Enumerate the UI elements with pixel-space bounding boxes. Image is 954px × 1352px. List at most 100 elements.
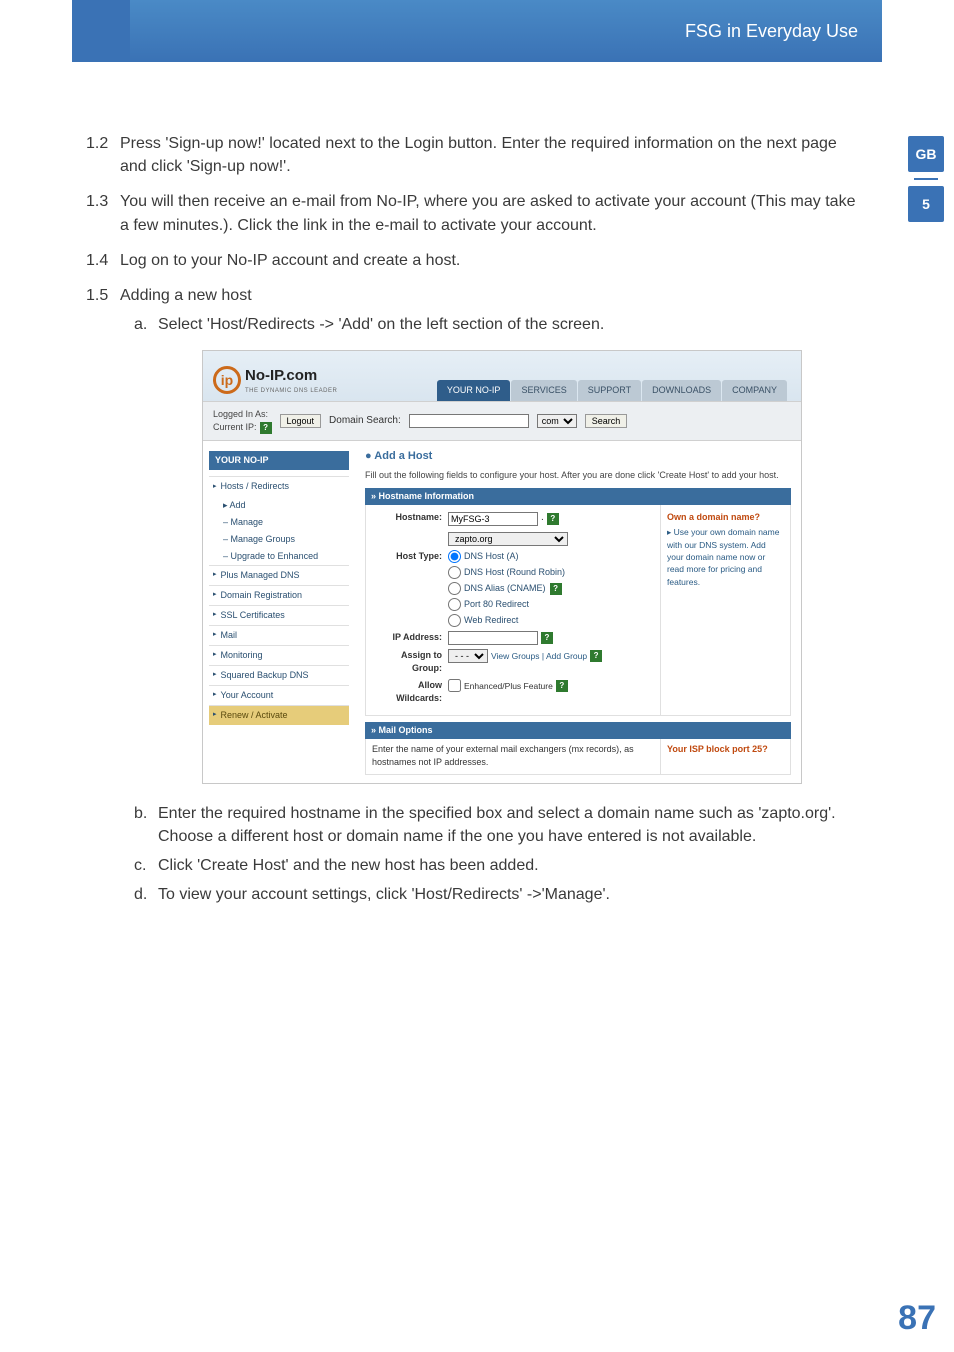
page-number: 87 bbox=[898, 1299, 936, 1338]
substep-c: c. Click 'Create Host' and the new host … bbox=[86, 854, 866, 877]
domain-select[interactable]: zapto.org bbox=[448, 532, 568, 546]
chevron-icon: ▸ bbox=[213, 650, 217, 660]
substep-label: d. bbox=[134, 883, 158, 906]
noip-screenshot: ip No-IP.com THE DYNAMIC DNS LEADER YOUR… bbox=[202, 350, 802, 783]
radio-cname[interactable] bbox=[448, 582, 461, 595]
sidebar-item-account[interactable]: ▸Your Account bbox=[209, 685, 349, 705]
step-num: 1.3 bbox=[86, 190, 120, 236]
sidebar-item-mail[interactable]: ▸Mail bbox=[209, 625, 349, 645]
step-1-2: 1.2 Press 'Sign-up now!' located next to… bbox=[86, 132, 866, 178]
radio-dns-a[interactable] bbox=[448, 550, 461, 563]
step-num: 1.4 bbox=[86, 249, 120, 272]
substep-text: Select 'Host/Redirects -> 'Add' on the l… bbox=[158, 313, 604, 336]
add-host-title: ● Add a Host bbox=[365, 449, 791, 465]
step-text: Adding a new host bbox=[120, 284, 866, 307]
nav-label: Hosts / Redirects bbox=[221, 480, 290, 493]
substep-text: Click 'Create Host' and the new host has… bbox=[158, 854, 539, 877]
chevron-icon: ▸ bbox=[213, 570, 217, 580]
logged-as-text: Logged In As: bbox=[213, 408, 272, 421]
hosttype-rr[interactable]: DNS Host (Round Robin) bbox=[448, 566, 565, 579]
hosttype-web[interactable]: Web Redirect bbox=[448, 614, 518, 627]
header-banner: FSG in Everyday Use bbox=[130, 0, 882, 62]
sidebar-item-domain-reg[interactable]: ▸Domain Registration bbox=[209, 585, 349, 605]
wildcards-checkbox[interactable] bbox=[448, 679, 461, 692]
chevron-icon: ▸ bbox=[213, 710, 217, 720]
group-select[interactable]: - - - bbox=[448, 649, 488, 663]
step-num: 1.5 bbox=[86, 284, 120, 307]
sidebar-item-manage-groups[interactable]: – Manage Groups bbox=[209, 531, 349, 548]
tab-your-noip[interactable]: YOUR NO-IP bbox=[437, 380, 511, 401]
sidebar-item-ssl[interactable]: ▸ SSL Certificates bbox=[209, 605, 349, 625]
tab-support[interactable]: SUPPORT bbox=[578, 380, 641, 401]
chevron-icon: ▸ bbox=[213, 610, 217, 620]
side-badges: GB 5 bbox=[908, 136, 944, 222]
domain-search-input[interactable] bbox=[409, 414, 529, 428]
mail-port25: Your ISP block port 25? bbox=[660, 739, 790, 773]
substep-label: c. bbox=[134, 854, 158, 877]
hostname-label: Hostname: bbox=[372, 511, 448, 524]
hosttype-port80[interactable]: Port 80 Redirect bbox=[448, 598, 529, 611]
help-icon[interactable]: ? bbox=[260, 422, 272, 434]
wildcards-label: Allow Wildcards: bbox=[372, 679, 448, 705]
hosttype-cname[interactable]: DNS Alias (CNAME) bbox=[448, 582, 546, 595]
substep-label: a. bbox=[134, 313, 158, 336]
step-1-3: 1.3 You will then receive an e-mail from… bbox=[86, 190, 866, 236]
nav-label: Your Account bbox=[221, 689, 274, 702]
sidebar-item-plus[interactable]: ▸ Plus Managed DNS bbox=[209, 565, 349, 585]
sidebar-item-squared[interactable]: ▸Squared Backup DNS bbox=[209, 665, 349, 685]
sidebar-item-hosts[interactable]: ▸ Hosts / Redirects bbox=[209, 476, 349, 496]
ip-input[interactable] bbox=[448, 631, 538, 645]
nav-label: Renew / Activate bbox=[221, 709, 288, 722]
radio-dns-rr[interactable] bbox=[448, 566, 461, 579]
step-num: 1.2 bbox=[86, 132, 120, 178]
sidebar-heading: YOUR NO-IP bbox=[209, 451, 349, 470]
tld-select[interactable]: com bbox=[537, 414, 577, 428]
tab-services[interactable]: SERVICES bbox=[511, 380, 576, 401]
nav-label: SSL Certificates bbox=[221, 609, 285, 622]
tab-downloads[interactable]: DOWNLOADS bbox=[642, 380, 721, 401]
header-accent-block bbox=[72, 0, 130, 62]
hosttype-a[interactable]: DNS Host (A) bbox=[448, 550, 519, 563]
step-text: Press 'Sign-up now!' located next to the… bbox=[120, 132, 866, 178]
logout-button[interactable]: Logout bbox=[280, 414, 322, 428]
toolbar: Logged In As: Current IP: ? Logout Domai… bbox=[203, 401, 801, 441]
sidebar-item-add[interactable]: Add bbox=[230, 500, 246, 510]
header-title: FSG in Everyday Use bbox=[685, 21, 858, 42]
nav-label: Mail bbox=[221, 629, 238, 642]
help-icon[interactable]: ? bbox=[590, 650, 602, 662]
help-icon[interactable]: ? bbox=[541, 632, 553, 644]
mail-section-header: » Mail Options bbox=[365, 722, 791, 739]
help-icon[interactable]: ? bbox=[550, 583, 562, 595]
substep-d: d. To view your account settings, click … bbox=[86, 883, 866, 906]
sidebar-item-renew[interactable]: ▸ Renew / Activate bbox=[209, 705, 349, 725]
sidebar-item-monitoring[interactable]: ▸Monitoring bbox=[209, 645, 349, 665]
radio-port80[interactable] bbox=[448, 598, 461, 611]
substep-a: a. Select 'Host/Redirects -> 'Add' on th… bbox=[86, 313, 866, 336]
logo-icon: ip bbox=[213, 366, 241, 394]
sidebar-item-upgrade[interactable]: – Upgrade to Enhanced bbox=[209, 548, 349, 565]
tab-company[interactable]: COMPANY bbox=[722, 380, 787, 401]
search-button[interactable]: Search bbox=[585, 414, 628, 428]
substep-b: b. Enter the required hostname in the sp… bbox=[86, 802, 866, 848]
help-icon[interactable]: ? bbox=[556, 680, 568, 692]
hostname-input[interactable] bbox=[448, 512, 538, 526]
sidebar-item-manage[interactable]: – Manage bbox=[209, 514, 349, 531]
current-ip-label: Current IP: bbox=[213, 421, 257, 434]
chapter-badge: 5 bbox=[908, 186, 944, 222]
lang-badge: GB bbox=[908, 136, 944, 172]
noip-header: ip No-IP.com THE DYNAMIC DNS LEADER YOUR… bbox=[203, 351, 801, 401]
noip-logo: ip No-IP.com THE DYNAMIC DNS LEADER bbox=[213, 365, 337, 395]
radio-web[interactable] bbox=[448, 614, 461, 627]
step-text: You will then receive an e-mail from No-… bbox=[120, 190, 866, 236]
logged-in-label: Logged In As: Current IP: ? bbox=[213, 408, 272, 434]
nav-label: Plus Managed DNS bbox=[221, 569, 300, 582]
group-links[interactable]: View Groups | Add Group bbox=[491, 650, 587, 662]
step-text: Log on to your No-IP account and create … bbox=[120, 249, 866, 272]
ip-label: IP Address: bbox=[372, 631, 448, 644]
logo-text: No-IP.com bbox=[245, 365, 337, 387]
chevron-icon: ▸ bbox=[213, 482, 217, 492]
help-icon[interactable]: ? bbox=[547, 513, 559, 525]
own-domain-text: ▸ Use your own domain name with our DNS … bbox=[667, 526, 784, 588]
main-panel: ● Add a Host Fill out the following fiel… bbox=[355, 441, 801, 782]
chevron-icon: ▸ bbox=[213, 670, 217, 680]
